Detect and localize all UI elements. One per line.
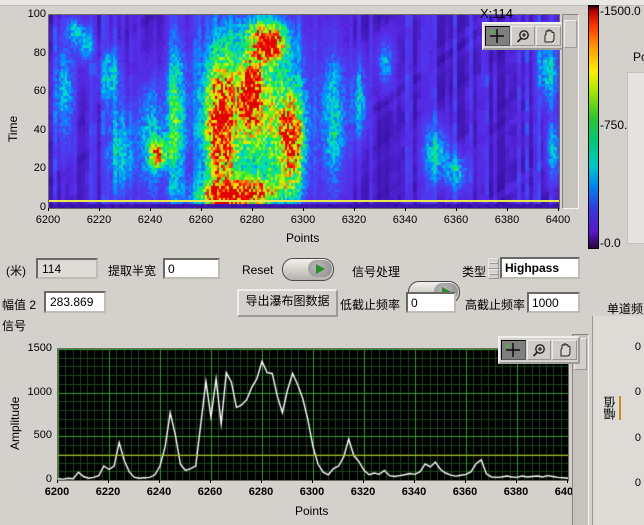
single-channel-label: 单道频 <box>607 300 644 317</box>
bottom-chart-xlabel: Points <box>295 504 328 518</box>
tick-label: 6220 <box>74 214 124 226</box>
tick-label: 6280 <box>236 486 286 498</box>
tick-label: 0 <box>623 476 641 490</box>
tick-label: 0 <box>623 385 641 399</box>
right-clipped-label: Po <box>633 50 644 64</box>
bottom-chart-xticks: 6200622062406260628063006320634063606380… <box>32 486 592 498</box>
signal-label: 信号 <box>2 317 26 334</box>
labview-front-panel: Time 100806040200 6200622062406260628063… <box>0 0 644 525</box>
tick-label: 6340 <box>389 486 439 498</box>
top-chart-xlabel: Points <box>286 231 319 245</box>
high-cutoff-label: 高截止频率 <box>465 296 525 313</box>
reset-toggle-cap <box>308 260 332 277</box>
meter-value-indicator: 114 <box>36 258 98 279</box>
low-cutoff-input[interactable] <box>406 292 456 313</box>
tick-label: 1500 <box>20 341 52 355</box>
signal-processing-label: 信号处理 <box>352 263 400 280</box>
color-scale-bar <box>588 5 599 249</box>
export-waterfall-button[interactable]: 导出瀑布图数据 <box>237 289 338 317</box>
right-clipped-panel-top <box>627 72 644 244</box>
tick-label: 6380 <box>482 214 532 226</box>
bottom-graph-toolbar <box>498 336 580 364</box>
low-cutoff-label: 低截止频率 <box>340 296 400 313</box>
reset-toggle-button[interactable] <box>282 258 334 281</box>
zoom-icon <box>515 29 531 43</box>
tick-label: 6240 <box>134 486 184 498</box>
meter-label: (米) <box>6 262 26 279</box>
green-arrow-icon <box>316 264 325 274</box>
tick-label: 6200 <box>32 486 82 498</box>
spinner-up-button[interactable] <box>488 258 499 269</box>
tick-label: 6360 <box>431 214 481 226</box>
tick-label: 6280 <box>227 214 277 226</box>
tick-label: 6400 <box>533 214 583 226</box>
tick-label: 6380 <box>491 486 541 498</box>
type-label: 类型 <box>462 263 486 280</box>
crosshair-tool-button[interactable] <box>501 340 526 360</box>
right-clipped-panel-bottom: 幅值 0 0 0 0 <box>592 316 644 525</box>
tick-label: 0 <box>623 340 641 354</box>
tick-label: 6260 <box>185 486 235 498</box>
tick-label: 1000 <box>20 385 52 399</box>
bottom-chart-yticks: 1500 1000 500 0 <box>20 341 52 486</box>
top-strip <box>0 0 644 6</box>
high-cutoff-input[interactable] <box>527 292 580 313</box>
right-panel-ticks: 0 0 0 0 <box>623 340 641 490</box>
tick-label: 0 <box>623 431 641 445</box>
tick-label: 6260 <box>176 214 226 226</box>
top-graph-scrollbar-thumb[interactable] <box>564 20 577 48</box>
tick-label: 0 <box>14 200 46 214</box>
crosshair-tool-button[interactable] <box>485 26 510 46</box>
top-chart-xticks: 6200622062406260628063006320634063606380… <box>23 214 583 226</box>
tick-label: 500 <box>20 428 52 442</box>
pan-hand-icon <box>557 343 573 357</box>
pan-tool-button[interactable] <box>536 26 561 46</box>
cursor-readout: X:114 <box>480 6 513 21</box>
color-scale-max: -1500.0 <box>600 4 641 18</box>
tick-label: 6220 <box>83 486 133 498</box>
zoom-tool-button[interactable] <box>527 340 552 360</box>
color-scale-min: -0.0 <box>600 236 621 250</box>
tick-label: 6320 <box>329 214 379 226</box>
tick-label: 6300 <box>287 486 337 498</box>
tick-label: 20 <box>14 161 46 175</box>
amp2-value-indicator: 283.869 <box>44 291 106 313</box>
zoom-tool-button[interactable] <box>511 26 536 46</box>
top-chart-xtickmarks <box>48 208 559 211</box>
tick-label: 80 <box>14 46 46 60</box>
crosshair-icon <box>489 29 505 43</box>
waveform-canvas[interactable] <box>58 349 568 480</box>
zoom-icon <box>531 343 547 357</box>
bottom-chart-xtickmarks <box>57 480 568 483</box>
tick-label: 6240 <box>125 214 175 226</box>
reset-label: Reset <box>242 263 273 277</box>
top-chart-yticks: 100 80 60 40 20 0 <box>14 7 46 214</box>
tick-label: 6340 <box>380 214 430 226</box>
tick-label: 100 <box>14 7 46 21</box>
up-arrow-icon <box>489 262 498 264</box>
tick-label: 60 <box>14 84 46 98</box>
half-width-input[interactable] <box>163 258 220 279</box>
top-graph-scrollbar[interactable] <box>562 14 579 209</box>
tick-label: 40 <box>14 123 46 137</box>
spinner-down-button[interactable] <box>488 269 499 280</box>
time-cursor-line[interactable] <box>49 200 559 202</box>
pan-hand-icon <box>541 29 557 43</box>
filter-type-ring[interactable]: Highpass <box>500 257 580 279</box>
tick-label: 6300 <box>278 214 328 226</box>
pan-tool-button[interactable] <box>552 340 577 360</box>
half-width-label: 提取半宽 <box>108 262 156 279</box>
tick-label: 6200 <box>23 214 73 226</box>
tick-label: 0 <box>20 472 52 486</box>
type-spinner[interactable] <box>488 258 499 279</box>
right-panel-ylabel: 幅值 <box>601 396 621 420</box>
down-arrow-icon <box>489 273 498 275</box>
crosshair-icon <box>505 343 521 357</box>
tick-label: 6320 <box>338 486 388 498</box>
amp2-label: 幅值 2 <box>2 296 36 313</box>
waveform-plot[interactable] <box>57 348 569 481</box>
tick-label: 6360 <box>440 486 490 498</box>
top-graph-toolbar <box>482 22 564 50</box>
